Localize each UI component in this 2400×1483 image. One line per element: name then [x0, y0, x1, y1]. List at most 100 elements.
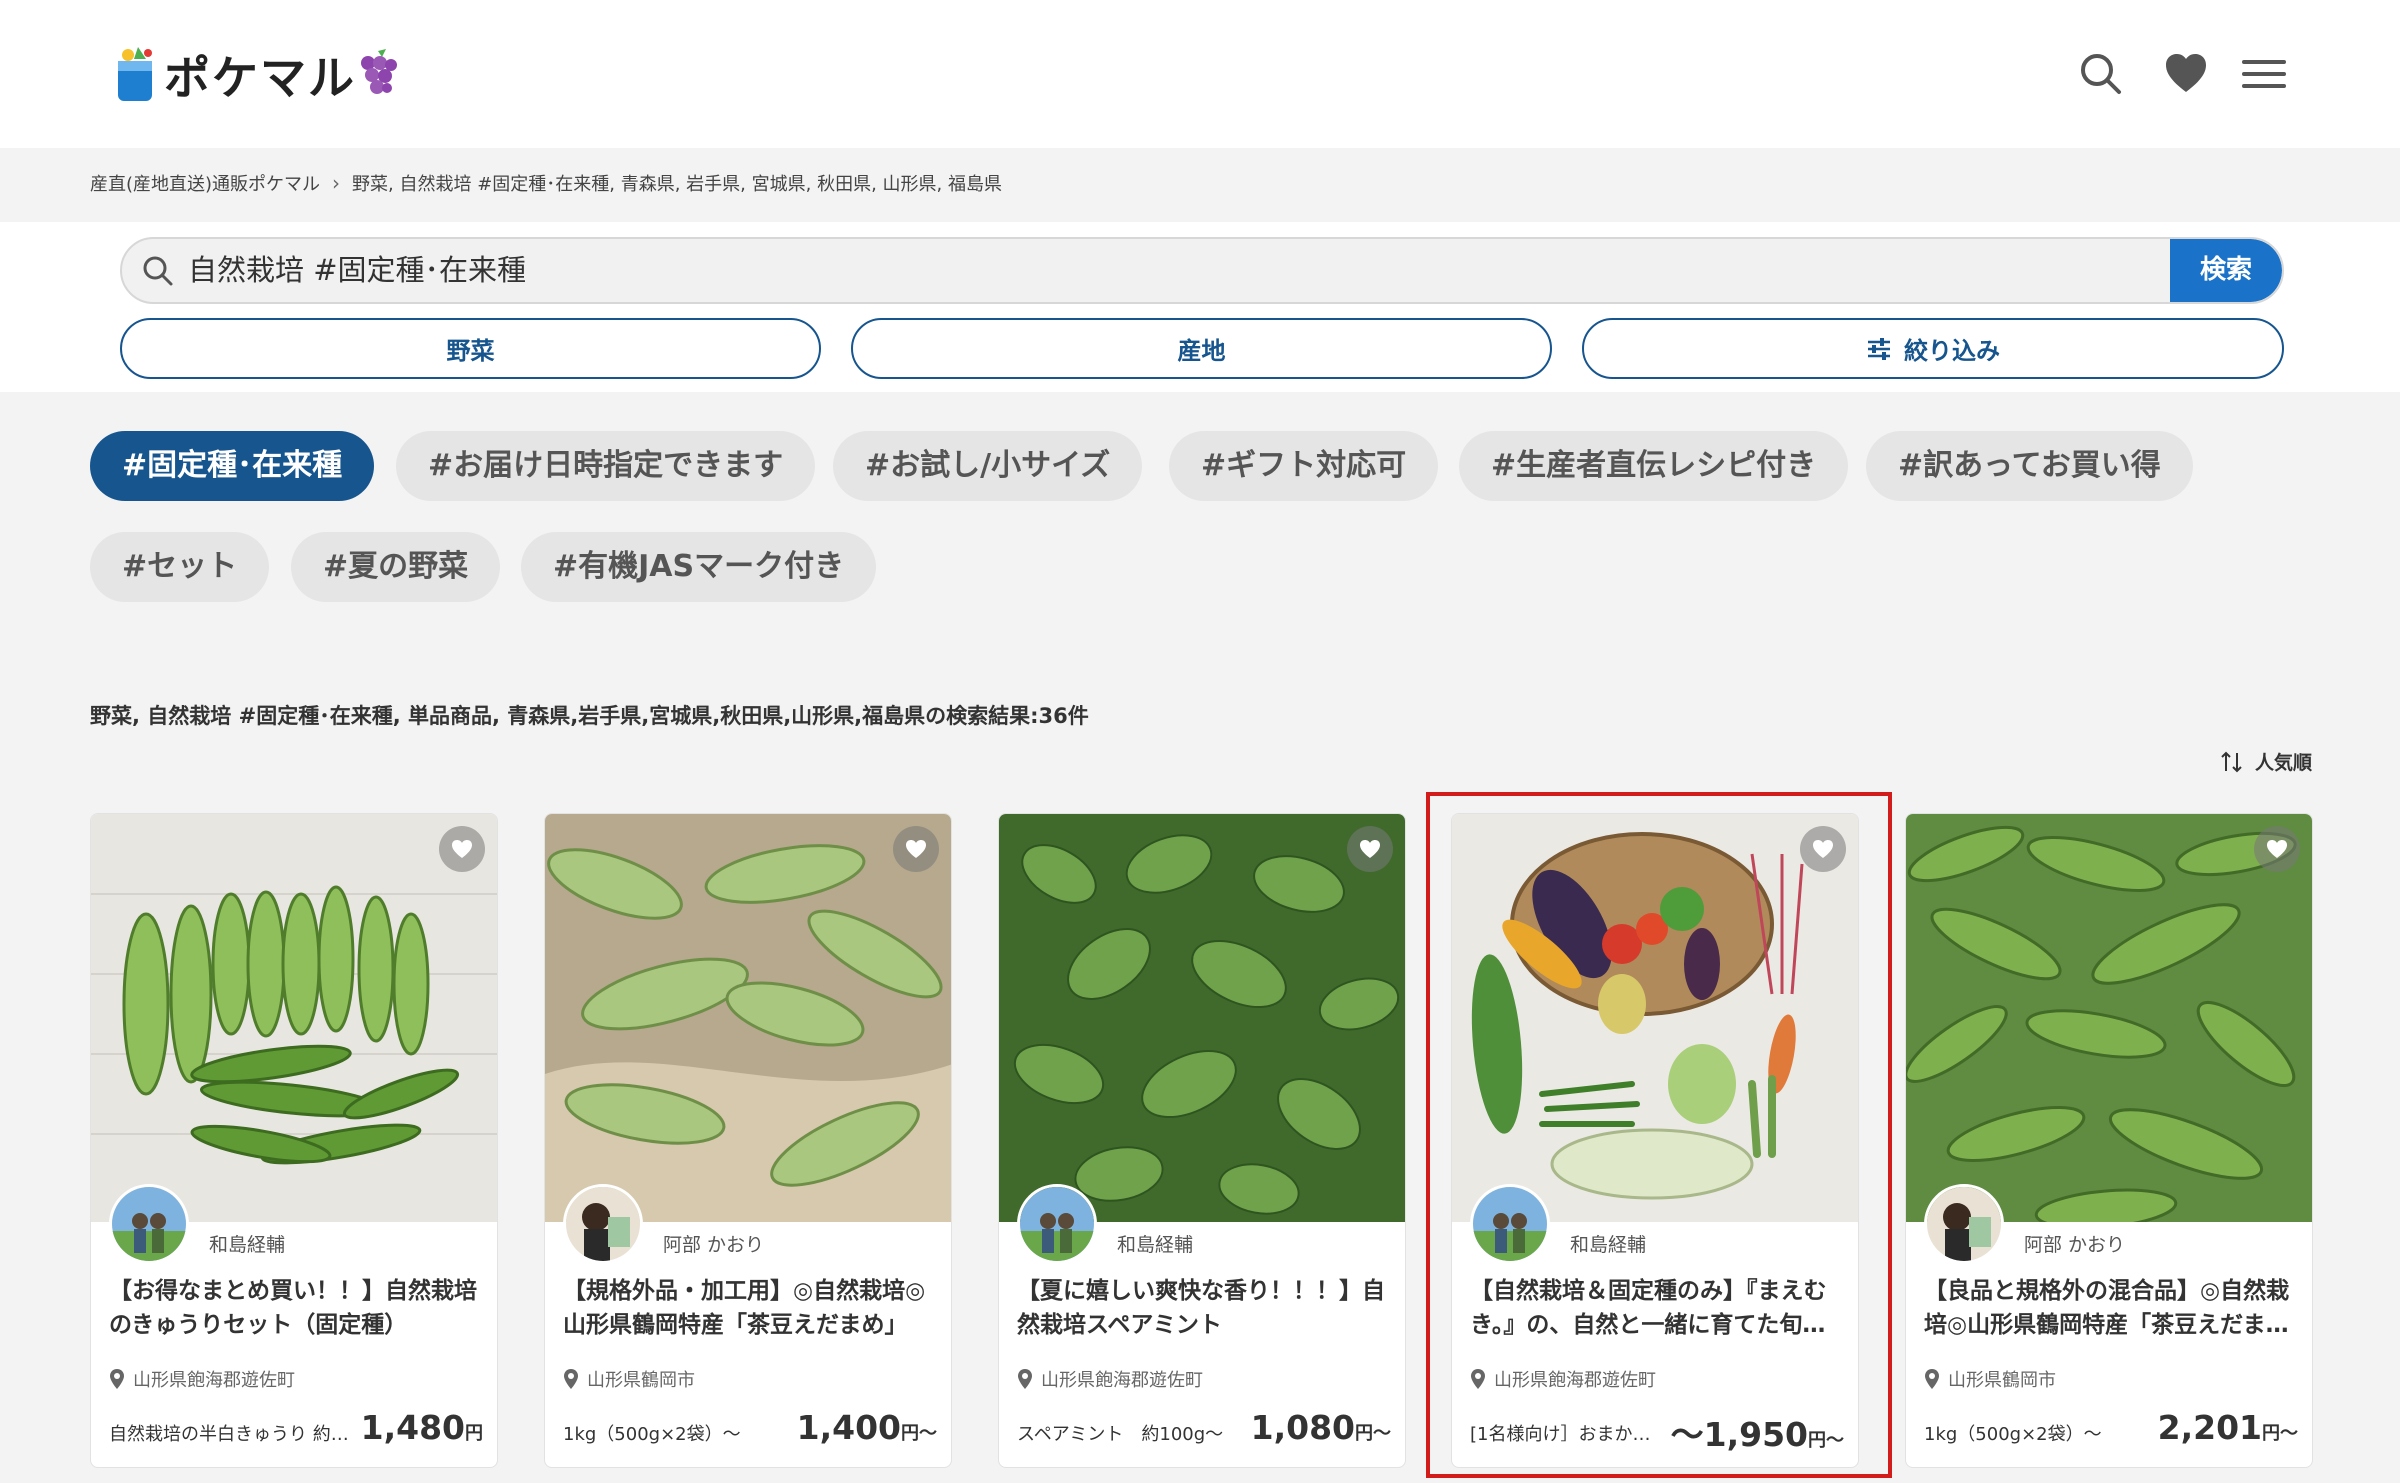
product-image-spearmint [999, 814, 1405, 1222]
breadcrumb-current: 野菜, 自然栽培 #固定種･在来種, 青森県, 岩手県, 宮城県, 秋田県, 山… [352, 174, 1002, 195]
location-pin-icon [1471, 1369, 1485, 1389]
search-button[interactable]: 検索 [2170, 239, 2282, 302]
tag-fixed-native[interactable]: #固定種･在来種 [90, 431, 375, 501]
breadcrumb: 産直(産地直送)通販ポケマル › 野菜, 自然栽培 #固定種･在来種, 青森県,… [90, 170, 1002, 196]
seller-name[interactable]: 和島経輔 [209, 1230, 285, 1257]
location-pin-icon [110, 1369, 124, 1389]
product-image-edamame-mixed [1906, 814, 2312, 1222]
sort-button[interactable]: 人気順 [2219, 748, 2312, 775]
product-card[interactable]: 和島経輔 【夏に嬉しい爽快な香り！！！】自然栽培スペアミント 山形県飽海郡遊佐町… [998, 813, 1406, 1468]
heart-icon[interactable] [2160, 48, 2212, 100]
product-price: ～1,950円～ [1671, 1408, 1844, 1456]
seller-name[interactable]: 阿部 かおり [663, 1230, 764, 1257]
product-location: 山形県飽海郡遊佐町 [109, 1366, 295, 1392]
product-price: 2,201円～ [2158, 1408, 2298, 1447]
location-text: 山形県飽海郡遊佐町 [1494, 1370, 1656, 1391]
seller-name[interactable]: 阿部 かおり [2024, 1230, 2125, 1257]
site-header: ポケマル [0, 0, 2400, 148]
result-count-text: 野菜, 自然栽培 #固定種･在来種, 単品商品, 青森県,岩手県,宮城県,秋田県… [90, 704, 1089, 728]
heart-icon [1360, 840, 1380, 858]
product-title[interactable]: 【夏に嬉しい爽快な香り！！！】自然栽培スペアミント [1017, 1274, 1391, 1342]
chevron-right-icon: › [332, 171, 341, 195]
product-title[interactable]: 【自然栽培＆固定種のみ】『まえむき。』の、自然と一緒に育てた旬… [1470, 1274, 1844, 1342]
location-text: 山形県鶴岡市 [1948, 1370, 2056, 1391]
location-text: 山形県飽海郡遊佐町 [1041, 1370, 1203, 1391]
product-location: 山形県鶴岡市 [1924, 1366, 2056, 1392]
product-variant: 1kg（500g×2袋）～ [1924, 1424, 2102, 1445]
breadcrumb-home[interactable]: 産直(産地直送)通販ポケマル [90, 170, 320, 196]
search-icon[interactable] [2075, 48, 2127, 100]
location-text: 山形県鶴岡市 [587, 1370, 695, 1391]
tag-organic-jas[interactable]: #有機JASマーク付き [521, 532, 877, 602]
heart-icon [906, 840, 926, 858]
seller-avatar [109, 1184, 189, 1264]
seller-name[interactable]: 和島経輔 [1117, 1230, 1193, 1257]
product-price: 1,480円 [361, 1408, 483, 1447]
product-image-edamame [545, 814, 951, 1222]
product-variant: 1kg（500g×2袋）～ [563, 1424, 741, 1445]
seller-avatar [563, 1184, 643, 1264]
favorite-button[interactable] [439, 826, 485, 872]
grape-icon [361, 49, 397, 94]
seller-avatar [1470, 1184, 1550, 1264]
logo-text: ポケマル [164, 51, 356, 105]
product-card[interactable]: 阿部 かおり 【規格外品・加工用】◎自然栽培◎山形県鶴岡特産「茶豆えだまめ」 山… [544, 813, 952, 1468]
price-unit: 円～ [1808, 1430, 1844, 1451]
product-price: 1,400円～ [797, 1408, 937, 1447]
origin-filter-label: 産地 [1177, 337, 1226, 365]
logo[interactable]: ポケマル [112, 42, 400, 108]
price-value: 1,080 [1250, 1408, 1355, 1447]
tag-bargain[interactable]: #訳あってお買い得 [1866, 431, 2193, 501]
heart-icon [452, 840, 472, 858]
heart-icon [2267, 840, 2287, 858]
price-value: 1,480 [360, 1408, 465, 1447]
product-title[interactable]: 【お得なまとめ買い！！】自然栽培のきゅうりセット（固定種） [109, 1274, 483, 1342]
tag-recipe[interactable]: #生産者直伝レシピ付き [1459, 431, 1849, 501]
refine-filter-label: 絞り込み [1904, 337, 2000, 365]
search-input[interactable]: 自然栽培 #固定種･在来種 [188, 239, 2088, 302]
price-value: 2,201 [2157, 1408, 2262, 1447]
product-location: 山形県鶴岡市 [563, 1366, 695, 1392]
menu-icon[interactable] [2238, 48, 2290, 100]
product-location: 山形県飽海郡遊佐町 [1017, 1366, 1203, 1392]
sliders-icon [1868, 337, 1890, 360]
logo-can-icon [118, 47, 152, 101]
sort-label: 人気順 [2254, 752, 2312, 774]
product-image-cucumbers [91, 814, 497, 1222]
tag-delivery-date[interactable]: #お届け日時指定できます [396, 431, 816, 501]
product-title[interactable]: 【規格外品・加工用】◎自然栽培◎山形県鶴岡特産「茶豆えだまめ」 [563, 1274, 937, 1342]
product-card[interactable]: 阿部 かおり 【良品と規格外の混合品】◎自然栽培◎山形県鶴岡特産「茶豆えだま… … [1905, 813, 2313, 1468]
product-title[interactable]: 【良品と規格外の混合品】◎自然栽培◎山形県鶴岡特産「茶豆えだま… [1924, 1274, 2298, 1342]
origin-filter-button[interactable]: 産地 [851, 318, 1552, 379]
product-image-vegetable-basket [1452, 814, 1858, 1222]
favorite-button[interactable] [2254, 826, 2300, 872]
price-unit: 円 [465, 1423, 483, 1444]
product-card[interactable]: 和島経輔 【自然栽培＆固定種のみ】『まえむき。』の、自然と一緒に育てた旬… 山形… [1451, 813, 1859, 1468]
tag-trial-small[interactable]: #お試し/小サイズ [833, 431, 1143, 501]
favorite-button[interactable] [1800, 826, 1846, 872]
product-card[interactable]: 和島経輔 【お得なまとめ買い！！】自然栽培のきゅうりセット（固定種） 山形県飽海… [90, 813, 498, 1468]
product-price: 1,080円～ [1251, 1408, 1391, 1447]
sort-icon [2221, 751, 2242, 772]
category-filter-label: 野菜 [446, 337, 495, 365]
price-value: 1,400 [796, 1408, 901, 1447]
product-variant: 自然栽培の半白きゅうり 約… [109, 1424, 349, 1445]
tag-set[interactable]: #セット [90, 532, 270, 602]
price-unit: 円～ [901, 1423, 937, 1444]
seller-avatar [1924, 1184, 2004, 1264]
product-variant: スペアミント 約100g～ [1017, 1424, 1224, 1445]
seller-avatar [1017, 1184, 1097, 1264]
tag-summer-vegetables[interactable]: #夏の野菜 [291, 532, 501, 602]
category-filter-button[interactable]: 野菜 [120, 318, 821, 379]
search-box[interactable]: 自然栽培 #固定種･在来種 検索 [120, 237, 2284, 304]
refine-filter-button[interactable]: 絞り込み [1582, 318, 2284, 379]
favorite-button[interactable] [893, 826, 939, 872]
tag-gift[interactable]: #ギフト対応可 [1169, 431, 1439, 501]
favorite-button[interactable] [1347, 826, 1393, 872]
seller-name[interactable]: 和島経輔 [1570, 1230, 1646, 1257]
heart-icon [1813, 840, 1833, 858]
location-pin-icon [564, 1369, 578, 1389]
price-unit: 円～ [2262, 1423, 2298, 1444]
location-pin-icon [1925, 1369, 1939, 1389]
price-unit: 円～ [1355, 1423, 1391, 1444]
